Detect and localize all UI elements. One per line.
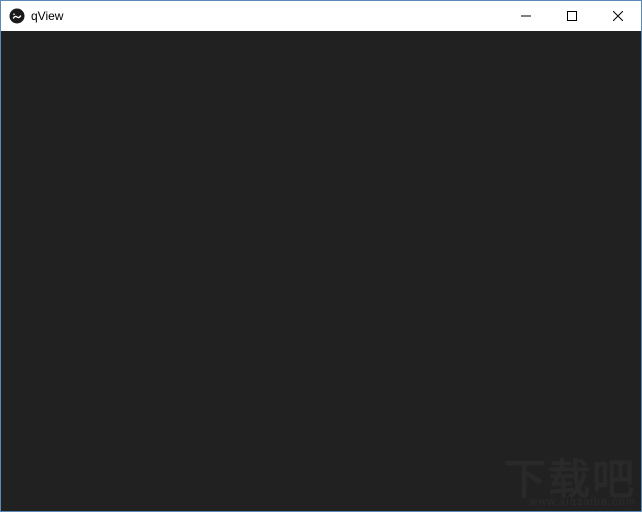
minimize-button[interactable]	[503, 1, 549, 31]
maximize-icon	[567, 9, 577, 24]
window-controls	[503, 1, 641, 31]
window-title: qView	[31, 9, 63, 23]
app-window: qView	[0, 0, 642, 512]
titlebar[interactable]: qView	[1, 1, 641, 31]
viewer-canvas[interactable]	[1, 31, 641, 511]
maximize-button[interactable]	[549, 1, 595, 31]
minimize-icon	[521, 9, 531, 24]
close-icon	[613, 9, 623, 24]
qview-app-icon	[9, 8, 25, 24]
close-button[interactable]	[595, 1, 641, 31]
